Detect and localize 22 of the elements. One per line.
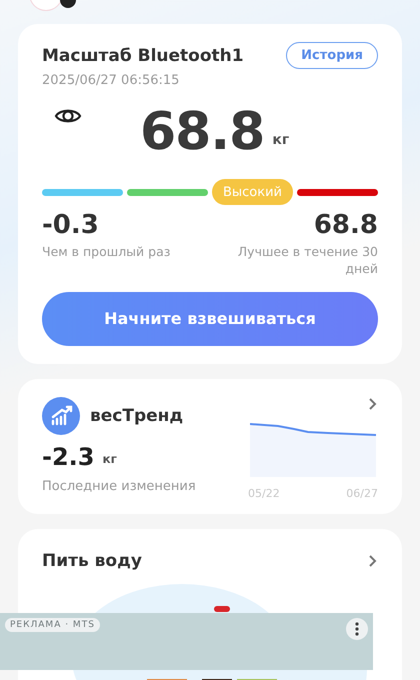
ad-label: РЕКЛАМА · MTS bbox=[5, 618, 100, 632]
trend-value: -2.3 bbox=[42, 442, 94, 471]
stat-value: -0.3 bbox=[42, 210, 99, 240]
water-title: Пить воду bbox=[42, 550, 142, 571]
more-icon[interactable] bbox=[346, 618, 368, 640]
chevron-right-icon[interactable] bbox=[368, 396, 378, 411]
stat-label: Лучшее в течение 30 дней bbox=[236, 244, 378, 278]
history-button[interactable]: История bbox=[286, 42, 378, 69]
chevron-right-icon[interactable] bbox=[368, 554, 378, 568]
weight-value: 68.8 bbox=[140, 102, 264, 162]
stat-value: 68.8 bbox=[314, 210, 378, 240]
start-weighing-button[interactable]: Начните взвешиваться bbox=[42, 292, 378, 346]
timestamp: 2025/06/27 06:56:15 bbox=[42, 73, 180, 88]
ad-banner[interactable]: РЕКЛАМА · MTS bbox=[0, 613, 373, 670]
trend-caption: Последние изменения bbox=[42, 478, 196, 494]
weight-unit: кг bbox=[272, 132, 290, 148]
trend-icon bbox=[42, 396, 80, 435]
stat-label: Чем в прошлый раз bbox=[42, 244, 170, 261]
device-title: Масштаб Bluetooth1 bbox=[42, 46, 244, 66]
trend-unit: кг bbox=[102, 452, 117, 466]
level-badge: Высокий bbox=[212, 179, 293, 205]
trend-title: весТренд bbox=[90, 406, 184, 426]
